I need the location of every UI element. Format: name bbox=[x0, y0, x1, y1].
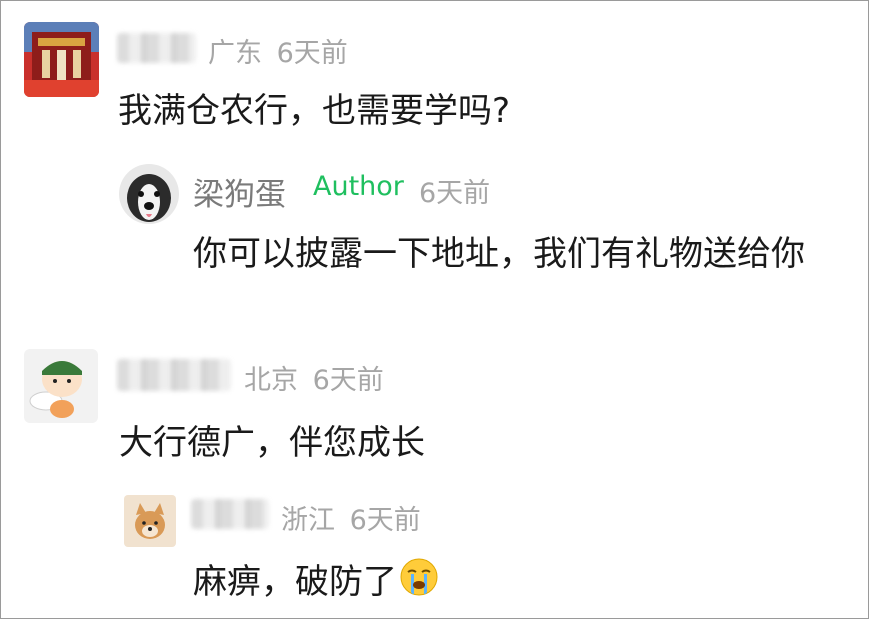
reply-time: 6天前 bbox=[419, 178, 491, 209]
comment-text: 我满仓农行，也需要学吗? bbox=[118, 91, 511, 131]
dog-avatar-image bbox=[124, 495, 176, 547]
blurred-username bbox=[117, 33, 196, 63]
comment-time: 6天前 bbox=[276, 38, 348, 69]
reply-avatar[interactable] bbox=[119, 164, 179, 224]
comment-location: 北京 bbox=[244, 365, 298, 396]
comment-avatar[interactable] bbox=[24, 349, 98, 423]
comment-time: 6天前 bbox=[312, 365, 384, 396]
reply-location: 浙江 bbox=[281, 505, 335, 536]
blurred-username bbox=[117, 359, 231, 391]
reply-author-name[interactable]: 梁狗蛋 bbox=[193, 169, 286, 214]
temple-avatar-image bbox=[24, 22, 99, 97]
reply-meta: 浙江 6天前 bbox=[281, 498, 421, 537]
comment-location: 广东 bbox=[208, 38, 262, 69]
reply-text: 麻痹，破防了 bbox=[193, 562, 397, 602]
reply-text: 你可以披露一下地址，我们有礼物送给你 bbox=[193, 234, 805, 274]
comment-avatar[interactable] bbox=[24, 22, 99, 97]
author-badge: Author bbox=[313, 171, 404, 202]
cartoon-avatar-image bbox=[24, 349, 98, 423]
comment-list: 广东 6天前 我满仓农行，也需要学吗? 梁狗蛋 Author 6天前 你可以披露… bbox=[0, 0, 869, 619]
dog-avatar-image bbox=[119, 164, 179, 224]
reply-avatar[interactable] bbox=[124, 495, 176, 547]
comment-meta: 北京 6天前 bbox=[244, 358, 384, 397]
crying-face-icon bbox=[399, 557, 439, 606]
blurred-username bbox=[191, 499, 269, 529]
comment-meta: 广东 6天前 bbox=[208, 31, 348, 70]
comment-text: 大行德广，伴您成长 bbox=[119, 423, 425, 463]
reply-time: 6天前 bbox=[349, 505, 421, 536]
reply-text-line: 麻痹，破防了 bbox=[193, 554, 439, 606]
